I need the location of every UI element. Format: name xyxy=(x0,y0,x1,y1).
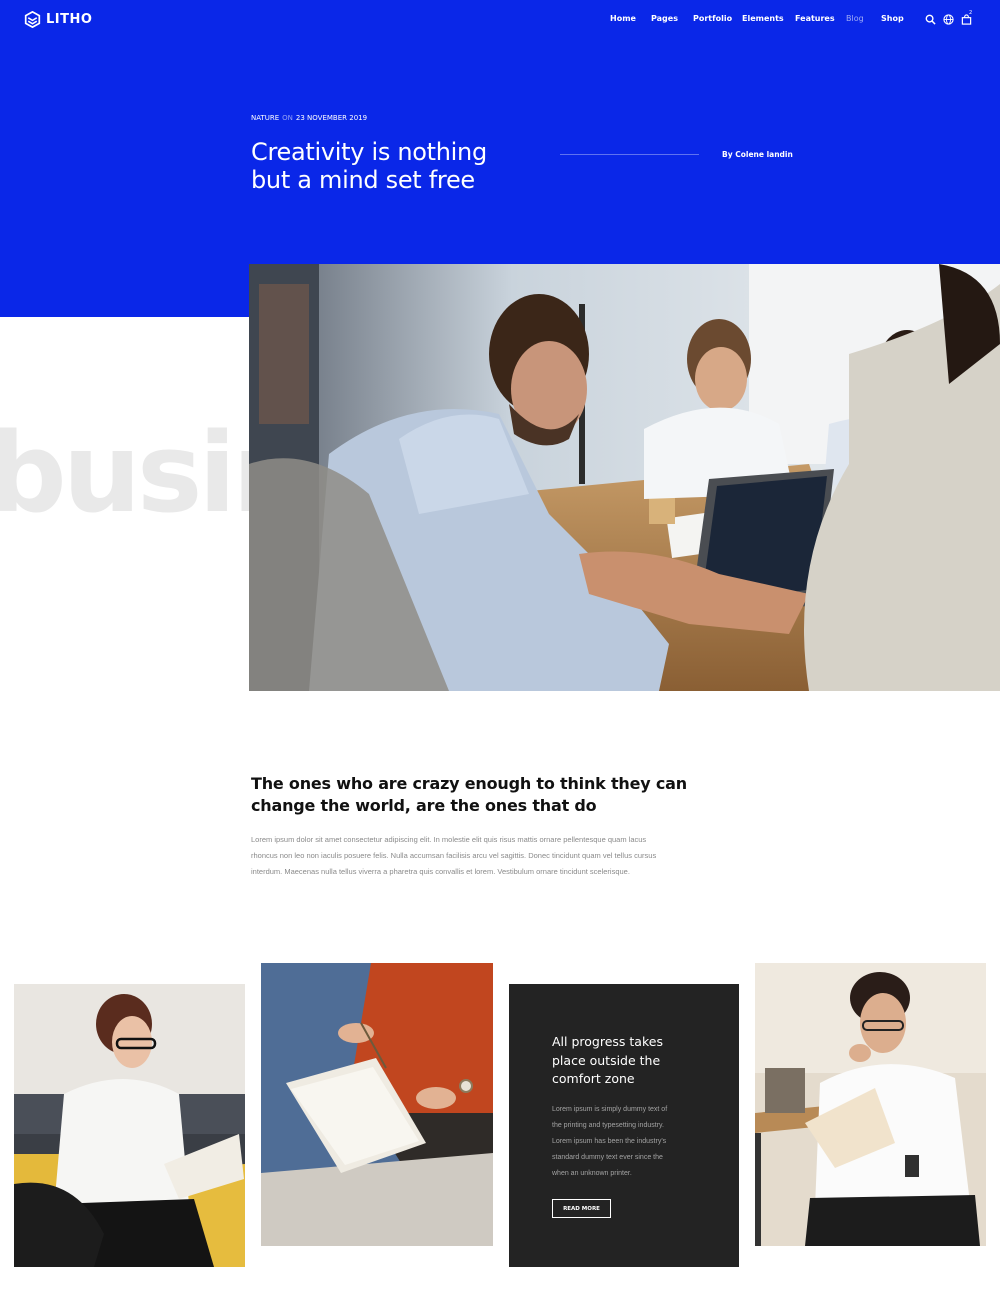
feature-title-line-1: All progress takes xyxy=(552,1034,663,1049)
feature-text-line-1: Lorem ipsum is simply dummy text of xyxy=(552,1106,668,1113)
post-date: 23 NOVEMBER 2019 xyxy=(295,114,368,122)
nav-blog[interactable]: Blog xyxy=(846,14,864,23)
top-navigation: LITHO Home Pages Portfolio Elements Feat… xyxy=(0,0,1000,40)
post-title-line-1: Creativity is nothing xyxy=(251,138,487,166)
nav-shop[interactable]: Shop xyxy=(881,14,904,23)
post-title: Creativity is nothing but a mind set fre… xyxy=(251,138,551,194)
nav-features[interactable]: Features xyxy=(795,14,835,23)
gallery-image-book-reading xyxy=(261,963,493,1246)
paragraph-line-1: Lorem ipsum dolor sit amet consectetur a… xyxy=(251,835,647,844)
pull-quote: The ones who are crazy enough to think t… xyxy=(251,773,691,817)
feature-text-line-4: standard dummy text ever since the xyxy=(552,1154,663,1161)
article-paragraph: Lorem ipsum dolor sit amet consectetur a… xyxy=(251,832,691,880)
feature-card-title: All progress takes place outside the com… xyxy=(552,1033,702,1089)
nav-pages[interactable]: Pages xyxy=(651,14,678,23)
featured-image xyxy=(249,264,1000,691)
cart-button[interactable]: 2 xyxy=(961,10,972,25)
main-menu: Home Pages Portfolio Elements Features B… xyxy=(0,14,1000,28)
pull-quote-line-2: change the world, are the ones that do xyxy=(251,796,597,815)
paragraph-line-3: interdum. Maecenas nulla tellus viverra … xyxy=(251,867,630,876)
nav-home[interactable]: Home xyxy=(610,14,636,23)
post-category[interactable]: NATURE xyxy=(251,114,279,122)
post-author[interactable]: By Colene landin xyxy=(722,150,793,159)
gallery-image-woman-reading xyxy=(14,984,245,1267)
paragraph-line-2: rhoncus non leo non iaculis posuere feli… xyxy=(251,851,657,860)
feature-title-line-2: place outside the xyxy=(552,1052,661,1068)
date-prefix: ON xyxy=(282,114,293,122)
feature-text-line-3: Lorem ipsum has been the industry's xyxy=(552,1138,667,1145)
cart-count-badge: 2 xyxy=(969,10,973,16)
feature-card: All progress takes place outside the com… xyxy=(509,984,739,1267)
search-icon xyxy=(925,14,936,25)
pull-quote-line-1: The ones who are crazy enough to think t… xyxy=(251,774,687,793)
nav-portfolio[interactable]: Portfolio xyxy=(693,14,732,23)
post-meta: NATURE ON 23 NOVEMBER 2019 xyxy=(251,114,367,122)
title-divider xyxy=(560,154,699,155)
read-more-button[interactable]: READ MORE xyxy=(552,1199,611,1218)
language-button[interactable] xyxy=(943,14,954,25)
feature-text-line-5: when an unknown printer. xyxy=(552,1170,632,1177)
feature-text-line-2: the printing and typesetting industry. xyxy=(552,1122,664,1129)
globe-icon xyxy=(943,14,954,25)
gallery-image-man-reading xyxy=(755,963,986,1246)
post-title-line-2: but a mind set free xyxy=(251,166,475,194)
nav-elements[interactable]: Elements xyxy=(742,14,784,23)
feature-title-line-3: comfort zone xyxy=(552,1071,635,1086)
search-button[interactable] xyxy=(925,14,936,25)
feature-card-text: Lorem ipsum is simply dummy text of the … xyxy=(552,1102,702,1182)
